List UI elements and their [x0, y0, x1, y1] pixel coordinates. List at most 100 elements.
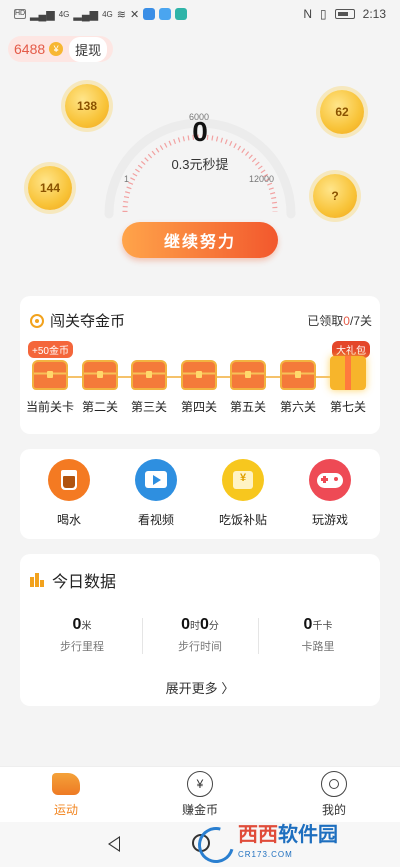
level-label: 当前关卡	[25, 400, 74, 414]
treasure-chest-icon	[32, 360, 68, 390]
level-label: 第五关	[229, 400, 266, 414]
clock: 2:13	[362, 7, 386, 21]
bar-chart-icon	[30, 573, 46, 587]
task-watch-video[interactable]: 看视频	[121, 459, 191, 528]
signal-icon: ▂▄▆	[30, 8, 55, 21]
level-item[interactable]: 第三关	[129, 360, 169, 415]
today-title: 今日数据	[30, 568, 116, 592]
minutes-unit: 分	[208, 621, 219, 632]
level-item[interactable]: 第六关	[278, 360, 318, 415]
treasure-chest-icon	[230, 360, 266, 390]
stat-distance: 0米 步行里程	[24, 616, 140, 654]
stat-time: 0时0分 步行时间	[142, 616, 258, 654]
step-count: 0	[192, 116, 208, 147]
distance-unit: 米	[81, 621, 92, 632]
hours-value: 0	[181, 616, 190, 633]
coin-bubble[interactable]: ?	[313, 174, 357, 218]
keep-going-button[interactable]: 继续努力	[122, 222, 278, 258]
system-nav-bar: 西西软件园 CR173.COM	[0, 820, 400, 867]
divider	[258, 618, 259, 654]
task-label: 玩游戏	[311, 513, 348, 527]
network-badge-1: 4G	[58, 9, 70, 19]
tab-label: 运动	[53, 803, 78, 817]
status-right: N ▯ 2:13	[303, 7, 386, 21]
today-data-card: 今日数据 0米 步行里程 0时0分 步行时间 0千卡 卡路里 展开更多 〉	[20, 554, 380, 706]
treasure-chest-icon	[280, 360, 316, 390]
level-label: 第七关	[329, 400, 366, 414]
chevron-right-icon: 〉	[221, 681, 235, 696]
tasks-card: 喝水 看视频 ¥ 吃饭补贴 玩游戏	[20, 449, 380, 539]
expand-more-button[interactable]: 展开更多 〉	[20, 678, 380, 697]
bottom-tab-bar: 运动 ¥ 赚金币 我的	[0, 766, 400, 822]
sneaker-icon	[52, 773, 80, 795]
level-label: 第二关	[81, 400, 118, 414]
watermark-swirl-icon	[191, 820, 241, 867]
task-label: 吃饭补贴	[218, 513, 267, 527]
app-notification-icon-3	[175, 8, 188, 20]
hd-badge: HD	[14, 9, 26, 19]
tab-label: 我的	[321, 803, 346, 817]
task-drink-water[interactable]: 喝水	[34, 459, 104, 528]
watermark-name-b: 软件园	[278, 824, 338, 846]
app-notification-icon-2	[159, 8, 172, 20]
today-title-text: 今日数据	[52, 574, 117, 591]
watermark-text: 西西软件园 CR173.COM	[238, 825, 338, 865]
watermark-sub: CR173.COM	[238, 850, 293, 859]
gauge-min-label: 1	[124, 174, 130, 184]
target-icon	[30, 313, 44, 328]
level-label: 第三关	[130, 400, 167, 414]
stat-value: 0米	[24, 616, 140, 634]
nfc-icon: N	[303, 7, 313, 21]
levels-title-text: 闯关夺金币	[50, 313, 126, 330]
cup-icon	[48, 459, 90, 501]
tab-mine[interactable]: 我的	[294, 771, 374, 818]
level-item[interactable]: 第四关	[179, 360, 219, 415]
app-notification-icon	[143, 8, 156, 20]
watermark-name-a: 西西	[238, 824, 278, 846]
user-icon	[321, 771, 347, 797]
hours-unit: 时	[190, 621, 200, 632]
levels-title: 闯关夺金币	[30, 310, 125, 331]
gauge-subtitle: 0.3元秒提	[171, 157, 229, 172]
stat-label: 步行里程	[60, 641, 104, 653]
tab-sport[interactable]: 运动	[26, 771, 106, 818]
reward-tag: +50金币	[28, 341, 73, 358]
coin-balance-pill: 6488 ¥ 提现	[8, 36, 114, 62]
treasure-chest-icon	[181, 360, 217, 390]
step-hero: 6488 ¥ 提现 138 62 144 ? 1 6000 12000 0 0.…	[0, 28, 400, 290]
gamepad-icon	[309, 459, 351, 501]
level-label: 第四关	[180, 400, 217, 414]
tab-label: 赚金币	[181, 803, 218, 817]
levels-card: 闯关夺金币 已领取0/7关 +50金币 大礼包 当前关卡 第二关 第三关 第四关…	[20, 296, 380, 434]
treasure-chest-icon	[82, 360, 118, 390]
task-meal-subsidy[interactable]: ¥ 吃饭补贴	[208, 459, 278, 528]
battery-icon	[334, 9, 355, 19]
calories-unit: 千卡	[312, 621, 333, 632]
vibrate-icon: ▯	[320, 7, 327, 21]
level-label: 第六关	[279, 400, 316, 414]
meal-ticket-icon: ¥	[222, 459, 264, 501]
level-item[interactable]: 第七关	[328, 356, 368, 415]
coin-balance: 6488	[14, 41, 46, 57]
signal-icon-2: ▂▄▆	[73, 8, 99, 21]
yen-icon: ¥	[187, 771, 213, 797]
claimed-suffix: /7关	[349, 314, 372, 328]
claimed-prefix: 已领取	[307, 314, 344, 328]
stat-calories: 0千卡 卡路里	[260, 616, 376, 654]
stat-value: 0时0分	[142, 616, 258, 634]
stat-label: 卡路里	[301, 641, 335, 653]
treasure-chest-icon	[131, 360, 167, 390]
network-badge-2: 4G	[102, 9, 113, 19]
wifi-icon: ≋	[116, 8, 126, 21]
gauge-max-label: 12000	[249, 174, 275, 184]
level-item[interactable]: 当前关卡	[26, 360, 74, 415]
level-item[interactable]: 第五关	[228, 360, 268, 415]
withdraw-button[interactable]: 提现	[69, 36, 108, 62]
tv-icon	[135, 459, 177, 501]
stat-label: 步行时间	[178, 641, 222, 653]
level-item[interactable]: 第二关	[80, 360, 120, 415]
back-icon[interactable]	[108, 836, 120, 852]
task-play-game[interactable]: 玩游戏	[295, 459, 365, 528]
watermark-logo: 西西软件园 CR173.COM	[191, 820, 394, 867]
tab-earn-coins[interactable]: ¥ 赚金币	[160, 771, 240, 818]
